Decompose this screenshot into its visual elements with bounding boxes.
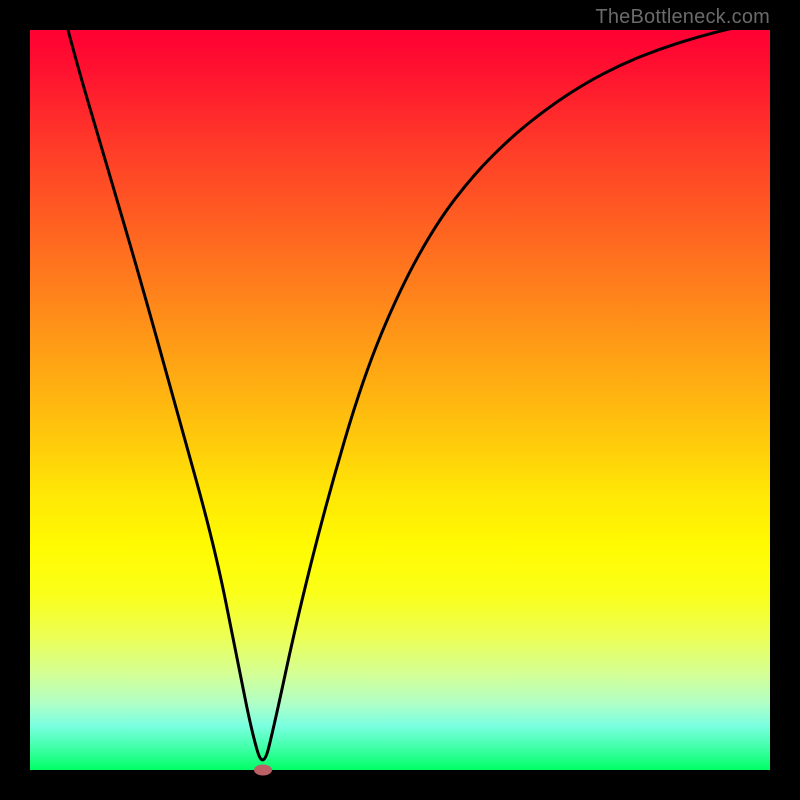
minimum-marker <box>254 765 272 776</box>
curve-svg <box>30 30 770 770</box>
plot-area <box>30 30 770 770</box>
chart-frame: TheBottleneck.com <box>0 0 800 800</box>
bottleneck-curve <box>30 30 770 760</box>
watermark-text: TheBottleneck.com <box>595 6 770 29</box>
